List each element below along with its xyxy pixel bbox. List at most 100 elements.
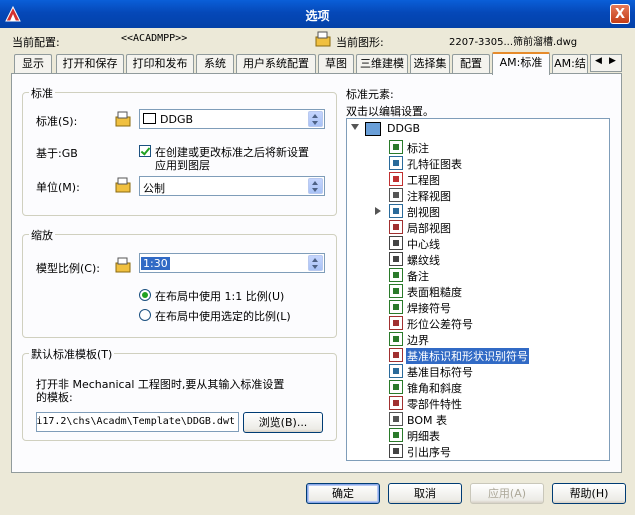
dimension-icon-glyph (393, 144, 399, 150)
radio-layout-selected-scale[interactable] (139, 309, 151, 321)
tree-item[interactable]: 形位公差符号 (389, 315, 609, 331)
tab-selection[interactable]: 选择集 (410, 54, 450, 73)
browse-button[interactable]: 浏览(B)... (243, 412, 323, 433)
part-properties-icon (389, 396, 403, 410)
tree-root[interactable]: DDGB (351, 121, 551, 137)
book-icon (365, 122, 381, 136)
tab-plot-publish[interactable]: 打印和发布 (126, 54, 194, 73)
tab-user-preferences[interactable]: 用户系统配置 (236, 54, 316, 73)
title-bar[interactable]: 选项 X (0, 0, 635, 28)
part-properties-icon-glyph (393, 400, 399, 406)
book-icon (143, 113, 156, 124)
standard-elements-tree[interactable]: DDGB 标注 孔特征图表 工程图 注释视图 剖视图 局部视图中心线螺纹线备注表面粗糙度焊… (346, 118, 610, 461)
tree-item[interactable]: 局部视图 (389, 219, 609, 235)
ok-button[interactable]: 确定 (306, 483, 380, 504)
tree-item[interactable]: 标注 (389, 139, 609, 155)
scale-folder-icon[interactable] (114, 256, 132, 274)
tree-item-label: 明细表 (407, 430, 440, 443)
tree-item-label: 备注 (407, 270, 429, 283)
tab-am-structure[interactable]: AM:结 (552, 54, 588, 73)
tab-profiles[interactable]: 配置 (452, 54, 490, 73)
tree-item[interactable]: 剖视图 (375, 203, 609, 219)
tab-am-standards[interactable]: AM:标准 (492, 52, 550, 75)
standard-elements-hint: 双击以编辑设置。 (346, 105, 434, 118)
spin-arrows-icon[interactable] (308, 178, 323, 194)
balloon-icon (389, 444, 403, 458)
close-icon: X (614, 7, 626, 22)
tree-item[interactable]: 引出序号 (389, 443, 609, 459)
radio-layout-1to1-label[interactable]: 在布局中使用 1:1 比例(U) (155, 288, 284, 304)
template-path-input[interactable]: i17.2\chs\Acadm\Template\DDGB.dwt (36, 412, 239, 432)
hole-chart-icon (389, 156, 403, 170)
tree-item-label: 中心线 (407, 238, 440, 251)
standard-folder-icon[interactable] (114, 110, 132, 128)
tree-item[interactable]: BOM 表 (389, 411, 609, 427)
dimension-icon (389, 140, 403, 154)
cancel-button[interactable]: 取消 (388, 483, 462, 504)
tree-item-label: 锥角和斜度 (407, 382, 462, 395)
annotation-view-icon-glyph (393, 192, 399, 198)
close-button[interactable]: X (610, 4, 630, 24)
unit-folder-icon[interactable] (114, 176, 132, 194)
standard-select[interactable]: DDGB (139, 109, 325, 129)
border-icon-glyph (393, 336, 399, 342)
standard-group-title: 标准 (29, 85, 55, 101)
collapse-triangle-icon[interactable] (351, 124, 359, 130)
tab-drafting[interactable]: 草图 (318, 54, 354, 73)
help-button[interactable]: 帮助(H) (552, 483, 626, 504)
surface-roughness-icon (389, 284, 403, 298)
tree-item-label: 基准目标符号 (407, 366, 473, 379)
unit-select[interactable]: 公制 (139, 176, 325, 196)
tab-3d-modeling[interactable]: 三维建模 (356, 54, 408, 73)
tree-item[interactable]: 基准标识和形状识别符号 (389, 347, 609, 364)
tolerance-symbol-icon (389, 316, 403, 330)
tree-item[interactable]: 焊接符号 (389, 299, 609, 315)
tree-root-label: DDGB (387, 122, 421, 135)
tree-item-label: 焊接符号 (407, 302, 451, 315)
tree-item[interactable]: 基准目标符号 (389, 363, 609, 379)
radio-layout-selected-scale-label[interactable]: 在布局中使用选定的比例(L) (155, 308, 291, 324)
surface-roughness-icon-glyph (393, 288, 399, 294)
model-scale-select[interactable]: 1:30 (139, 253, 325, 273)
tree-item[interactable]: 注释视图 (389, 187, 609, 203)
tree-item-label: 表面粗糙度 (407, 286, 462, 299)
tree-item[interactable]: 中心线 (389, 235, 609, 251)
spin-arrows-icon[interactable] (308, 111, 323, 127)
tree-item[interactable]: 工程图 (389, 171, 609, 187)
tree-item-label: BOM 表 (407, 414, 447, 427)
tree-item[interactable]: 边界 (389, 331, 609, 347)
tree-item[interactable]: 锥角和斜度 (389, 379, 609, 395)
tree-item[interactable]: 零部件特性 (389, 395, 609, 411)
tree-item[interactable]: 备注 (389, 267, 609, 283)
tree-item-label: 螺纹线 (407, 254, 440, 267)
tab-display[interactable]: 显示 (14, 54, 52, 73)
tab-open-save[interactable]: 打开和保存 (56, 54, 124, 73)
current-drawing-label: 当前图形: (336, 36, 384, 49)
border-icon (389, 332, 403, 346)
tree-item[interactable]: 螺纹线 (389, 251, 609, 267)
tree-item[interactable]: 明细表 (389, 427, 609, 443)
scale-group-title: 缩放 (29, 227, 55, 243)
tab-system[interactable]: 系统 (196, 54, 234, 73)
expand-triangle-icon[interactable] (375, 207, 381, 215)
template-group-title: 默认标准模板(T) (29, 346, 115, 362)
section-view-icon-glyph (393, 208, 399, 214)
tree-item[interactable]: 孔特征图表 (389, 155, 609, 171)
tree-item-label: 零部件特性 (407, 398, 462, 411)
current-drawing-value: 2207-3305...筛前溜槽.dwg (449, 37, 578, 48)
spin-arrows-icon[interactable] (308, 255, 323, 271)
reset-layers-checkbox[interactable] (139, 145, 151, 157)
section-view-icon (389, 204, 403, 218)
radio-layout-1to1[interactable] (139, 289, 151, 301)
current-profile-label: 当前配置: (12, 36, 60, 49)
tab-scroll-right-icon[interactable]: ▶ (609, 56, 616, 66)
tab-scroll-left-icon[interactable]: ◀ (595, 56, 602, 66)
tab-scroll-buttons[interactable]: ◀ ▶ (590, 54, 622, 72)
centerline-icon (389, 236, 403, 250)
datum-target-icon (389, 364, 403, 378)
reset-layers-label-line2[interactable]: 应用到图层 (155, 157, 210, 173)
datum-id-icon-glyph (393, 352, 399, 358)
apply-button[interactable]: 应用(A) (470, 483, 544, 504)
tree-item[interactable]: 表面粗糙度 (389, 283, 609, 299)
detail-view-icon-glyph (393, 224, 399, 230)
